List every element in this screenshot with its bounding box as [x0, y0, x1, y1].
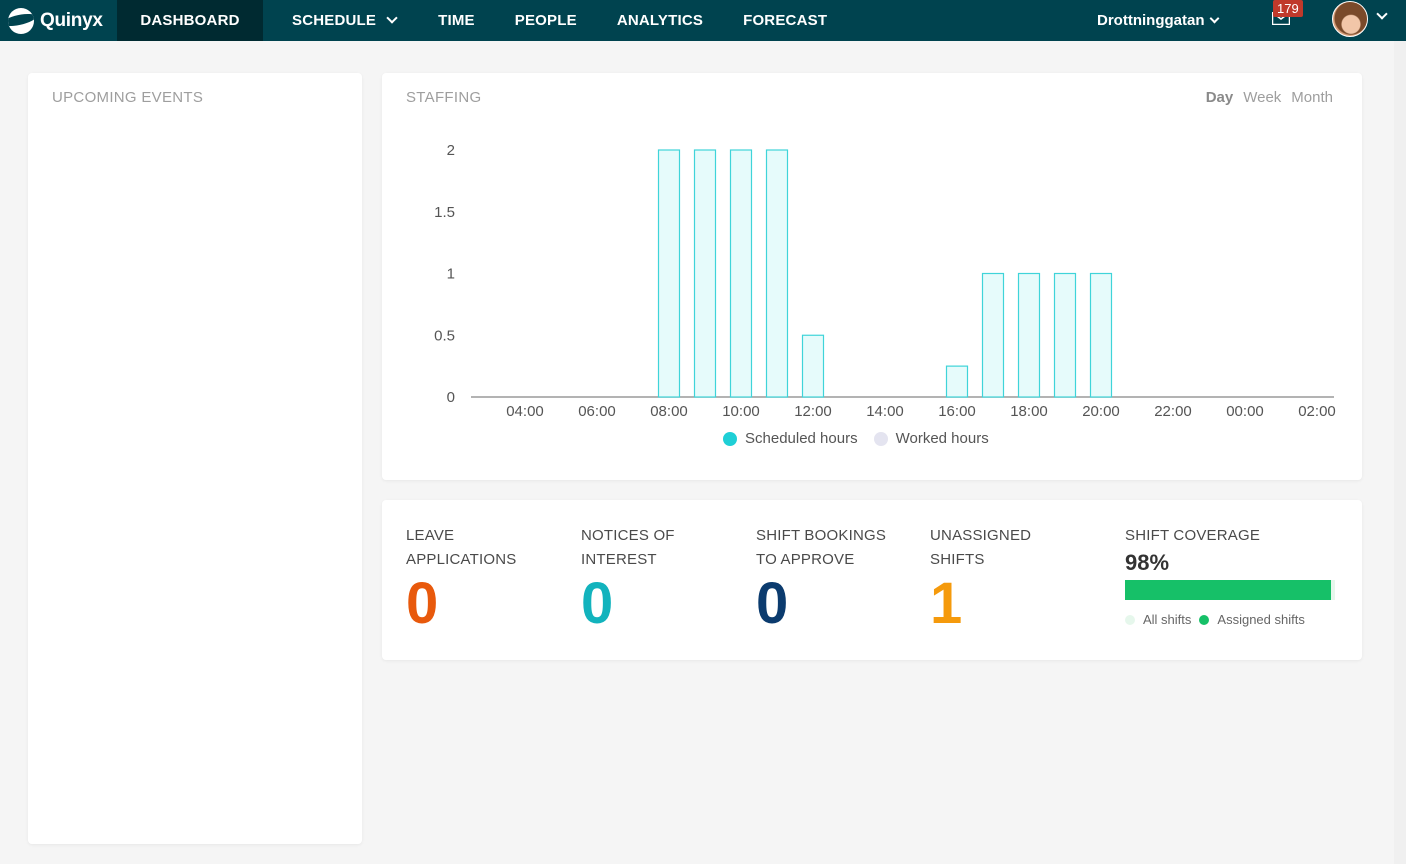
x-tick-label: 02:00 [1298, 403, 1336, 420]
quinyx-logo[interactable]: Quinyx [0, 0, 117, 41]
all-shifts-legend-label: All shifts [1143, 612, 1192, 627]
stat-value: 0 [756, 571, 789, 636]
notification-badge[interactable]: 179 [1273, 0, 1303, 17]
avatar-image [1333, 2, 1367, 36]
shift-coverage-value: 98% [1125, 550, 1170, 575]
upcoming-events-card: UPCOMING EVENTS [28, 73, 362, 844]
shift-bookings-stat[interactable]: SHIFT BOOKINGS TO APPROVE 0 [756, 524, 901, 634]
nav-analytics-label: ANALYTICS [616, 12, 704, 29]
nav-time[interactable]: TIME [416, 0, 495, 41]
nav-time-label: TIME [438, 12, 475, 29]
x-tick-label: 18:00 [1010, 403, 1048, 420]
scheduled-hours-bar [765, 149, 789, 398]
nav-people-label: PEOPLE [514, 12, 577, 29]
stat-value: 0 [406, 571, 439, 636]
shift-coverage-bar [1125, 580, 1335, 600]
notices-of-interest-stat[interactable]: NOTICES OF INTEREST 0 [581, 524, 701, 634]
location-label: Drottninggatan [1097, 12, 1205, 29]
nav-schedule-label: SCHEDULE [292, 12, 377, 29]
scheduled-hours-bar [657, 149, 681, 398]
x-tick-label: 16:00 [938, 403, 976, 420]
stat-label: SHIFT BOOKINGS TO APPROVE [756, 527, 887, 568]
stat-value: 1 [930, 571, 963, 636]
chevron-down-icon [1210, 13, 1220, 23]
upcoming-events-title: UPCOMING EVENTS [52, 89, 204, 106]
scheduled-hours-bar [981, 272, 1005, 398]
y-tick-label: 2 [447, 142, 455, 159]
nav-dashboard[interactable]: DASHBOARD [117, 0, 263, 41]
brand-name: Quinyx [40, 9, 103, 31]
nav-schedule[interactable]: SCHEDULE [263, 0, 416, 41]
y-tick-label: 1.5 [434, 204, 455, 221]
worked-hours-legend-label: Worked hours [895, 430, 989, 447]
unassigned-shifts-stat[interactable]: UNASSIGNED SHIFTS 1 [930, 524, 1050, 634]
staffing-chart: 0 0.5 1 1.5 2 04:00 06:00 08:00 10:00 12:00 14:00 1… [434, 142, 1336, 420]
scheduled-hours-bar [1053, 272, 1077, 398]
nav-dashboard-label: DASHBOARD [140, 12, 240, 29]
scheduled-hours-bar [801, 334, 825, 398]
stat-label: LEAVE APPLICATIONS [406, 527, 517, 568]
nav-forecast[interactable]: FORECAST [723, 0, 847, 41]
scrollbar[interactable] [1394, 41, 1406, 864]
shift-coverage-bar-fill [1125, 580, 1331, 600]
shift-coverage-stat[interactable]: SHIFT COVERAGE 98% All shifts Assigned s… [1125, 524, 1335, 627]
chart-legend: Scheduled hours Worked hours [723, 430, 989, 447]
nav-analytics[interactable]: ANALYTICS [597, 0, 723, 41]
stats-card: LEAVE APPLICATIONS 0 NOTICES OF INTEREST… [382, 500, 1362, 660]
x-tick-label: 22:00 [1154, 403, 1192, 420]
x-tick-label: 20:00 [1082, 403, 1120, 420]
scheduled-hours-bar [1089, 272, 1113, 398]
location-selector[interactable]: Drottninggatan [1097, 0, 1220, 41]
x-tick-label: 10:00 [722, 403, 760, 420]
x-tick-label: 14:00 [866, 403, 904, 420]
all-shifts-legend-dot [1125, 614, 1135, 625]
nav-forecast-label: FORECAST [743, 12, 828, 29]
quinyx-logo-icon [8, 7, 34, 34]
scheduled-hours-bar [729, 149, 753, 398]
assigned-shifts-legend-label: Assigned shifts [1217, 612, 1305, 627]
x-tick-label: 06:00 [578, 403, 616, 420]
y-tick-label: 0 [447, 389, 455, 406]
y-tick-label: 1 [447, 266, 455, 283]
leave-applications-stat[interactable]: LEAVE APPLICATIONS 0 [406, 524, 546, 634]
scheduled-hours-bar [693, 149, 717, 398]
scheduled-hours-legend-label: Scheduled hours [745, 430, 858, 447]
worked-hours-legend-dot [873, 431, 888, 446]
stat-label: NOTICES OF INTEREST [581, 527, 675, 568]
x-tick-label: 12:00 [794, 403, 832, 420]
x-tick-label: 00:00 [1226, 403, 1264, 420]
shift-coverage-label: SHIFT COVERAGE [1125, 527, 1261, 544]
stat-value: 0 [581, 571, 614, 636]
assigned-shifts-legend-dot [1199, 614, 1210, 625]
shift-coverage-legend: All shifts Assigned shifts [1125, 612, 1335, 627]
nav-people[interactable]: PEOPLE [495, 0, 597, 41]
stat-label: UNASSIGNED SHIFTS [930, 527, 1032, 568]
x-tick-label: 08:00 [650, 403, 688, 420]
scheduled-hours-bar [1017, 272, 1041, 398]
y-tick-label: 0.5 [434, 327, 455, 344]
staffing-card: STAFFING Day Week Month 0 0.5 1 1.5 2 04:00 06… [382, 73, 1362, 480]
chevron-down-icon [386, 12, 398, 24]
avatar[interactable] [1332, 1, 1368, 37]
scheduled-hours-legend-dot [723, 431, 737, 446]
x-tick-label: 04:00 [506, 403, 544, 420]
scheduled-hours-bar [945, 365, 969, 398]
